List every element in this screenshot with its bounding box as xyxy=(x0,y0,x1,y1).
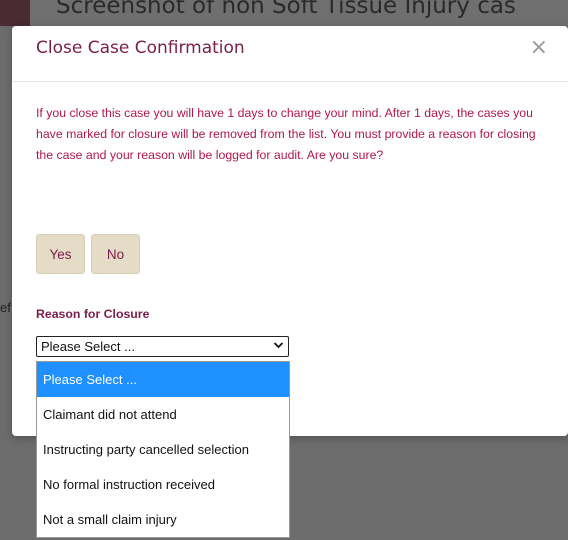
reason-select-value: Please Select ... xyxy=(41,339,135,354)
background-text-fragment: ef xyxy=(0,300,11,315)
option-instructing-party-cancelled[interactable]: Instructing party cancelled selection xyxy=(37,432,289,467)
confirmation-message: If you close this case you will have 1 d… xyxy=(36,106,536,162)
modal-header: Close Case Confirmation × xyxy=(12,26,568,82)
reason-select[interactable]: Please Select ... xyxy=(36,336,289,357)
option-not-small-claim-injury[interactable]: Not a small claim injury xyxy=(37,502,289,537)
no-button[interactable]: No xyxy=(91,234,140,274)
option-no-formal-instruction[interactable]: No formal instruction received xyxy=(37,467,289,502)
background-header-bar xyxy=(0,0,30,26)
yes-button[interactable]: Yes xyxy=(36,234,85,274)
close-icon[interactable]: × xyxy=(530,35,548,60)
background-page-title: Screenshot of non Soft Tissue Injury cas xyxy=(56,0,516,19)
modal-title: Close Case Confirmation xyxy=(36,38,245,58)
option-claimant-did-not-attend[interactable]: Claimant did not attend xyxy=(37,397,289,432)
reason-dropdown-list: Please Select ... Claimant did not atten… xyxy=(36,361,290,538)
chevron-down-icon xyxy=(273,337,284,356)
option-please-select[interactable]: Please Select ... xyxy=(37,362,289,397)
reason-for-closure-label: Reason for Closure xyxy=(36,307,150,321)
